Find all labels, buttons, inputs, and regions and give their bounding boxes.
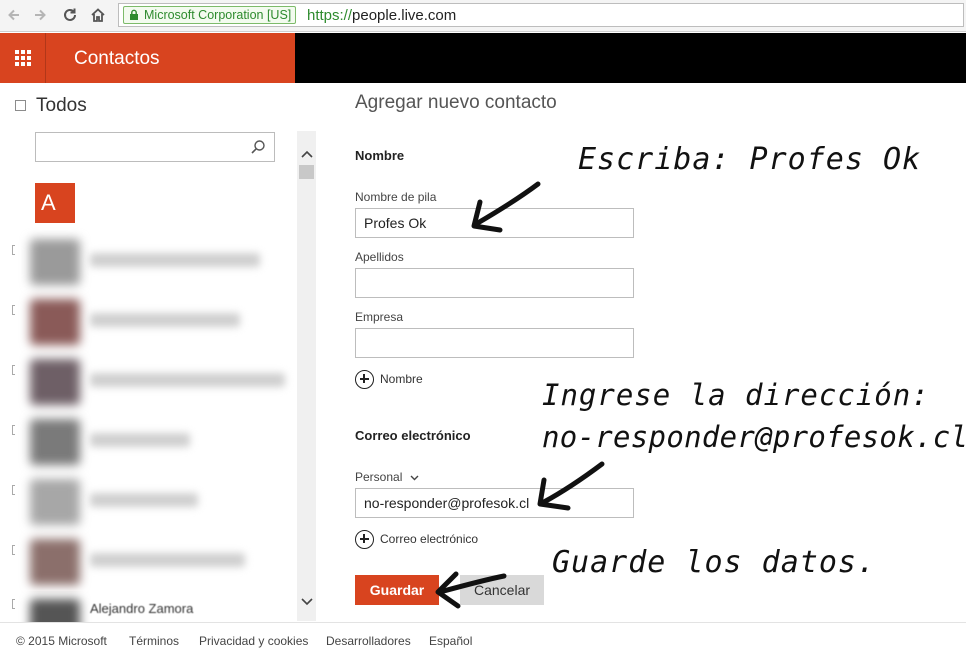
url-text: https://people.live.com: [307, 6, 456, 25]
contacts-list-panel: Todos A Alejandro Zamora: [0, 83, 316, 623]
form-title: Agregar nuevo contacto: [355, 92, 557, 113]
contact-name[interactable]: Alejandro Zamora: [90, 601, 193, 616]
row-checkbox[interactable]: [12, 305, 15, 315]
annotation-step-2-line-2: no-responder@profesok.cl: [542, 420, 966, 454]
contact-row[interactable]: [0, 231, 296, 291]
footer-developers-link[interactable]: Desarrolladores: [326, 634, 411, 648]
lock-icon: [130, 9, 138, 20]
avatar: [30, 239, 80, 285]
ev-certificate-text: Microsoft Corporation [US]: [144, 8, 292, 22]
url-scheme: https://: [307, 7, 353, 24]
avatar: [30, 299, 80, 345]
footer-language-link[interactable]: Español: [429, 634, 472, 648]
avatar: [30, 419, 80, 465]
last-name-field[interactable]: [355, 268, 634, 298]
contact-name-blurred: [90, 493, 198, 507]
app-launcher-icon[interactable]: [0, 33, 46, 83]
back-icon[interactable]: [4, 5, 24, 25]
row-checkbox[interactable]: [12, 545, 15, 555]
email-section-title: Correo electrónico: [355, 428, 471, 443]
reload-icon[interactable]: [60, 5, 80, 25]
row-checkbox[interactable]: [12, 365, 15, 375]
scroll-up-icon[interactable]: [299, 147, 314, 161]
app-header: Contactos: [0, 33, 966, 83]
contact-name-blurred: [90, 313, 240, 327]
contact-name-blurred: [90, 433, 190, 447]
last-name-label: Apellidos: [355, 250, 404, 264]
annotation-step-1: Escriba: Profes Ok: [578, 142, 922, 177]
arrow-annotation-2: [537, 461, 605, 511]
footer-privacy-link[interactable]: Privacidad y cookies: [199, 634, 308, 648]
annotation-step-3: Guarde los datos.: [552, 545, 877, 580]
company-label: Empresa: [355, 310, 404, 324]
browser-toolbar: Microsoft Corporation [US] https://peopl…: [0, 0, 966, 32]
select-all-label[interactable]: Todos: [36, 95, 87, 117]
add-circle-icon: [355, 529, 374, 549]
add-name-link[interactable]: Nombre: [355, 369, 423, 389]
search-icon[interactable]: [250, 139, 266, 155]
save-button[interactable]: Guardar: [355, 575, 439, 605]
row-checkbox[interactable]: [12, 245, 15, 255]
contact-row[interactable]: [0, 531, 296, 591]
app-brand-bar: Contactos: [0, 33, 295, 83]
annotation-step-2-line-1: Ingrese la dirección:: [542, 378, 930, 412]
group-letter-tile[interactable]: A: [35, 183, 75, 223]
contact-name-blurred: [90, 553, 245, 567]
scroll-thumb[interactable]: [299, 165, 314, 179]
email-type-dropdown[interactable]: Personal: [355, 470, 419, 484]
arrow-annotation-1: [471, 181, 541, 233]
search-input[interactable]: [35, 132, 275, 162]
avatar: [30, 479, 80, 525]
contact-row[interactable]: [0, 471, 296, 531]
contact-name-blurred: [90, 373, 285, 387]
home-icon[interactable]: [88, 5, 108, 25]
contact-name-blurred: [90, 253, 260, 267]
forward-icon[interactable]: [30, 5, 50, 25]
select-all-checkbox[interactable]: [15, 100, 26, 111]
contact-row[interactable]: [0, 291, 296, 351]
avatar: [30, 359, 80, 405]
contacts-scrollbar[interactable]: [297, 131, 316, 621]
arrow-annotation-3: [435, 571, 507, 609]
footer-copyright: © 2015 Microsoft: [16, 634, 107, 648]
app-title[interactable]: Contactos: [74, 48, 160, 70]
chevron-down-icon: [410, 475, 419, 481]
add-email-label: Correo electrónico: [380, 532, 479, 546]
url-host: people.live.com: [352, 7, 457, 24]
first-name-label: Nombre de pila: [355, 190, 437, 204]
footer: © 2015 Microsoft Términos Privacidad y c…: [0, 622, 966, 658]
scroll-down-icon[interactable]: [299, 595, 314, 609]
ev-certificate-badge[interactable]: Microsoft Corporation [US]: [123, 6, 297, 24]
avatar: [30, 539, 80, 585]
add-name-label: Nombre: [380, 372, 423, 386]
contact-row[interactable]: [0, 351, 296, 411]
row-checkbox[interactable]: [12, 599, 15, 609]
row-checkbox[interactable]: [12, 485, 15, 495]
contact-row[interactable]: [0, 411, 296, 471]
name-section-title: Nombre: [355, 148, 405, 163]
company-field[interactable]: [355, 328, 634, 358]
add-email-link[interactable]: Correo electrónico: [355, 529, 478, 549]
address-bar[interactable]: Microsoft Corporation [US] https://peopl…: [118, 3, 964, 27]
row-checkbox[interactable]: [12, 425, 15, 435]
avatar: [30, 599, 80, 623]
email-type-label: Personal: [355, 470, 403, 484]
footer-terms-link[interactable]: Términos: [129, 634, 179, 648]
add-circle-icon: [355, 369, 374, 389]
